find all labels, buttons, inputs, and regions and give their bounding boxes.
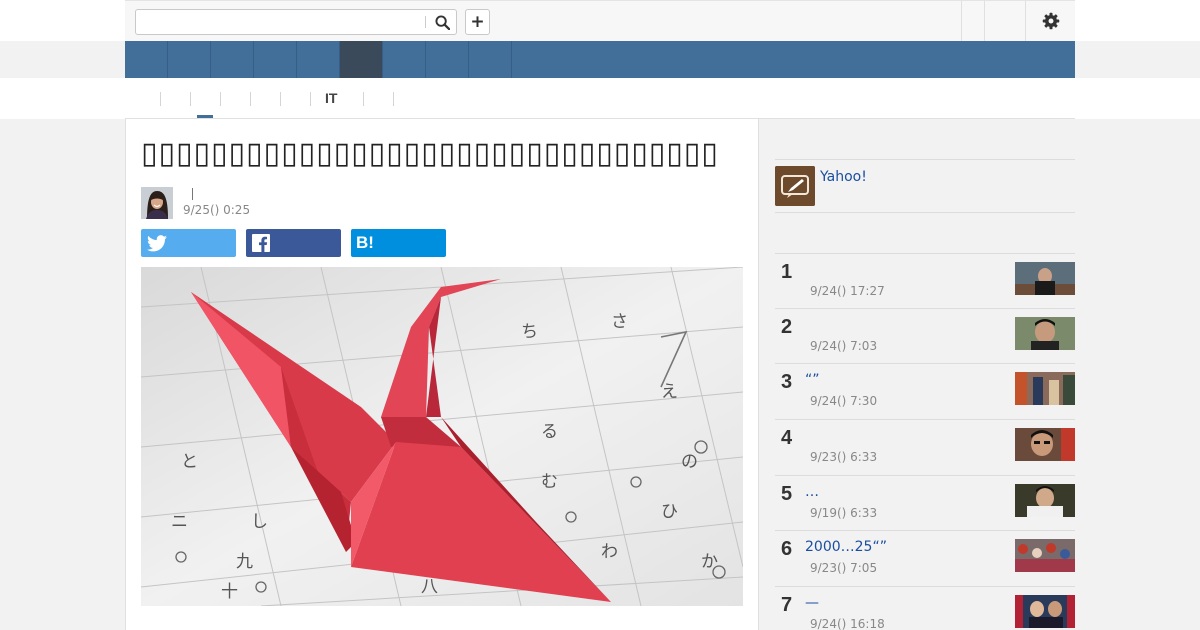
search-divider bbox=[425, 16, 426, 28]
sub-nav bbox=[0, 78, 1200, 119]
add-button[interactable]: + bbox=[465, 9, 490, 35]
search-input[interactable] bbox=[136, 10, 424, 34]
article-title: ▯▯▯▯▯▯▯▯▯▯▯▯▯▯▯▯▯▯▯▯▯▯▯▯▯▯▯▯▯▯▯▯▯ bbox=[141, 136, 719, 171]
nav-item-1[interactable] bbox=[125, 41, 168, 78]
ranking-date: 9/24() 7:30 bbox=[810, 394, 878, 408]
sub-nav-divider bbox=[160, 92, 161, 106]
sub-nav-divider bbox=[280, 92, 281, 106]
svg-text:え: え bbox=[661, 382, 678, 402]
sub-nav-divider bbox=[310, 92, 311, 106]
ranking-thumbnail[interactable] bbox=[1015, 595, 1075, 628]
svg-text:九: 九 bbox=[236, 552, 253, 572]
svg-text:八: 八 bbox=[421, 577, 438, 597]
sub-nav-divider bbox=[220, 92, 221, 106]
ranking-item[interactable]: 2 9/24() 7:03 bbox=[775, 308, 1075, 363]
twitter-share-button[interactable] bbox=[141, 229, 236, 257]
ranking-number: 1 bbox=[781, 261, 793, 283]
ranking-item[interactable]: 5 … 9/19() 6:33 bbox=[775, 475, 1075, 530]
ranking-number: 3 bbox=[781, 371, 793, 393]
svg-text:む: む bbox=[541, 472, 558, 492]
svg-text:さ: さ bbox=[611, 312, 628, 332]
nav-item-4[interactable] bbox=[254, 41, 297, 78]
facebook-share-button[interactable] bbox=[246, 229, 341, 257]
ranking-date: 9/24() 7:03 bbox=[810, 339, 878, 353]
search-icon bbox=[434, 14, 450, 30]
facebook-icon bbox=[252, 234, 270, 252]
ranking-date: 9/23() 6:33 bbox=[810, 450, 878, 464]
article-date: 9/25() 0:25 bbox=[183, 203, 251, 217]
ranking-number: 5 bbox=[781, 483, 793, 505]
top-bar-inner: + bbox=[125, 0, 1075, 41]
ranking-title[interactable]: … bbox=[805, 484, 819, 500]
sub-nav-divider bbox=[250, 92, 251, 106]
author-avatar[interactable] bbox=[141, 187, 173, 219]
yahoo-pen-icon[interactable] bbox=[775, 166, 815, 206]
yahoo-author-link[interactable]: Yahoo! bbox=[820, 169, 867, 185]
ranking-date: 9/23() 7:05 bbox=[810, 561, 878, 575]
svg-text:ニ: ニ bbox=[171, 512, 188, 532]
svg-text:ひ: ひ bbox=[661, 502, 678, 522]
main-nav bbox=[125, 41, 1075, 78]
ranking-date: 9/24() 16:18 bbox=[810, 617, 885, 630]
twitter-icon bbox=[147, 234, 167, 251]
sidebar-divider bbox=[775, 159, 1075, 160]
sidebar-divider bbox=[775, 212, 1075, 213]
svg-text:ち: ち bbox=[521, 322, 538, 342]
ranking-title[interactable]: “” bbox=[805, 372, 820, 388]
utility-slot-2[interactable] bbox=[984, 1, 1025, 41]
search-button[interactable] bbox=[428, 10, 456, 34]
ranking-title[interactable]: 2000…25“” bbox=[805, 539, 887, 555]
sub-nav-divider bbox=[190, 92, 191, 106]
top-bar: + bbox=[0, 0, 1200, 41]
ranking-thumbnail[interactable] bbox=[1015, 372, 1075, 405]
nav-item-3[interactable] bbox=[211, 41, 254, 78]
svg-text:わ: わ bbox=[601, 542, 618, 562]
ranking-number: 6 bbox=[781, 538, 793, 560]
search-box bbox=[135, 9, 457, 35]
hatena-bookmark-button[interactable]: B! bbox=[351, 229, 446, 257]
ranking-item[interactable]: 4 9/23() 6:33 bbox=[775, 419, 1075, 474]
sub-nav-divider bbox=[363, 92, 364, 106]
svg-text:の: の bbox=[681, 452, 698, 472]
svg-text:る: る bbox=[541, 422, 558, 442]
sub-nav-item-it[interactable]: IT bbox=[325, 90, 337, 106]
settings-button[interactable] bbox=[1025, 1, 1075, 41]
author-divider bbox=[192, 188, 193, 200]
svg-text:し: し bbox=[251, 512, 268, 532]
nav-item-6-active[interactable] bbox=[340, 41, 383, 78]
ranking-date: 9/19() 6:33 bbox=[810, 506, 878, 520]
ranking-title[interactable]: — bbox=[805, 595, 819, 611]
nav-item-2[interactable] bbox=[168, 41, 211, 78]
svg-text:か: か bbox=[701, 552, 718, 572]
ranking-thumbnail[interactable] bbox=[1015, 317, 1075, 350]
ranking-date: 9/24() 17:27 bbox=[810, 284, 885, 298]
nav-item-5[interactable] bbox=[297, 41, 340, 78]
ranking-item[interactable]: 3 “” 9/24() 7:30 bbox=[775, 363, 1075, 418]
ranking-item[interactable]: 6 2000…25“” 9/23() 7:05 bbox=[775, 530, 1075, 585]
nav-item-7[interactable] bbox=[383, 41, 426, 78]
ranking-thumbnail[interactable] bbox=[1015, 484, 1075, 517]
svg-text:十: 十 bbox=[221, 582, 238, 602]
ranking-number: 7 bbox=[781, 594, 793, 616]
ranking-number: 4 bbox=[781, 427, 793, 449]
ranking-item[interactable]: 1 9/24() 17:27 bbox=[775, 253, 1075, 308]
ranking-item[interactable]: 7 — 9/24() 16:18 bbox=[775, 586, 1075, 630]
nav-item-8[interactable] bbox=[426, 41, 469, 78]
hatena-label: B! bbox=[356, 233, 374, 252]
ranking-thumbnail[interactable] bbox=[1015, 262, 1075, 295]
sub-nav-divider bbox=[393, 92, 394, 106]
article-hero-image: ち さえ のひか とし九 十 八 る むわ ニ bbox=[141, 267, 743, 606]
svg-text:と: と bbox=[181, 452, 198, 472]
ranking-number: 2 bbox=[781, 316, 793, 338]
gear-icon bbox=[1042, 12, 1059, 30]
nav-item-9[interactable] bbox=[469, 41, 512, 78]
utility-slot-1[interactable] bbox=[961, 1, 985, 41]
ranking-thumbnail[interactable] bbox=[1015, 428, 1075, 461]
ranking-thumbnail[interactable] bbox=[1015, 539, 1075, 572]
